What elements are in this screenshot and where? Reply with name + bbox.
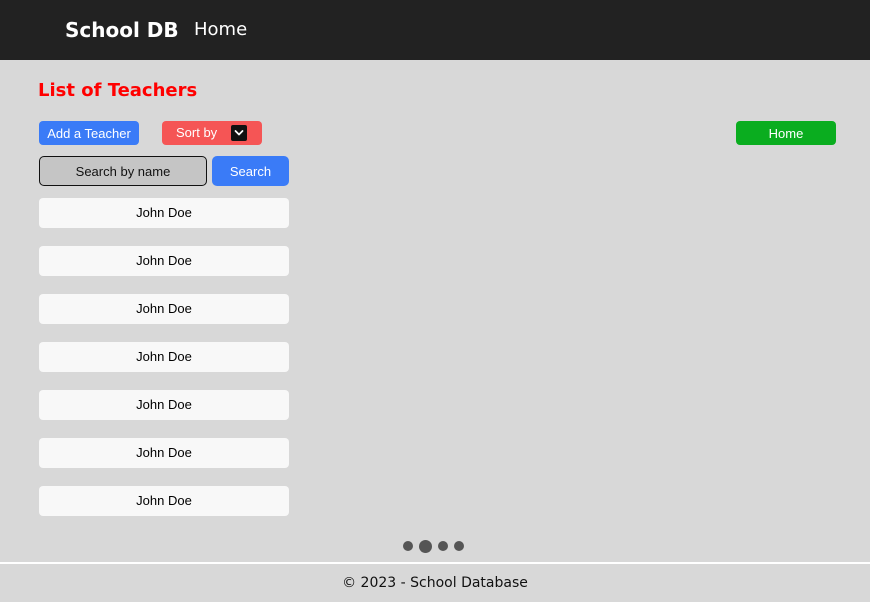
pagination: [403, 539, 464, 553]
add-teacher-button[interactable]: Add a Teacher: [39, 121, 139, 145]
teacher-list-item[interactable]: John Doe: [39, 390, 289, 420]
teacher-list-item[interactable]: John Doe: [39, 438, 289, 468]
chevron-down-icon: [231, 125, 247, 141]
sort-by-button[interactable]: Sort by: [162, 121, 262, 145]
brand-title[interactable]: School DB: [65, 18, 179, 42]
footer-text: © 2023 - School Database: [342, 575, 528, 591]
navbar: School DB Home: [0, 0, 870, 60]
teacher-list-item[interactable]: John Doe: [39, 342, 289, 372]
teacher-list-item[interactable]: John Doe: [39, 486, 289, 516]
pagination-dot[interactable]: [454, 541, 464, 551]
search-button[interactable]: Search: [212, 156, 289, 186]
pagination-dot[interactable]: [403, 541, 413, 551]
teacher-list-item[interactable]: John Doe: [39, 294, 289, 324]
pagination-dot[interactable]: [419, 539, 432, 553]
sort-by-label: Sort by: [176, 125, 218, 140]
teacher-list: John Doe John Doe John Doe John Doe John…: [39, 198, 289, 534]
search-input[interactable]: [39, 156, 207, 186]
home-button[interactable]: Home: [736, 121, 836, 145]
pagination-dot[interactable]: [438, 541, 448, 551]
page-title: List of Teachers: [38, 80, 198, 101]
teacher-list-item[interactable]: John Doe: [39, 246, 289, 276]
nav-home-link[interactable]: Home: [194, 18, 247, 42]
teacher-list-item[interactable]: John Doe: [39, 198, 289, 228]
